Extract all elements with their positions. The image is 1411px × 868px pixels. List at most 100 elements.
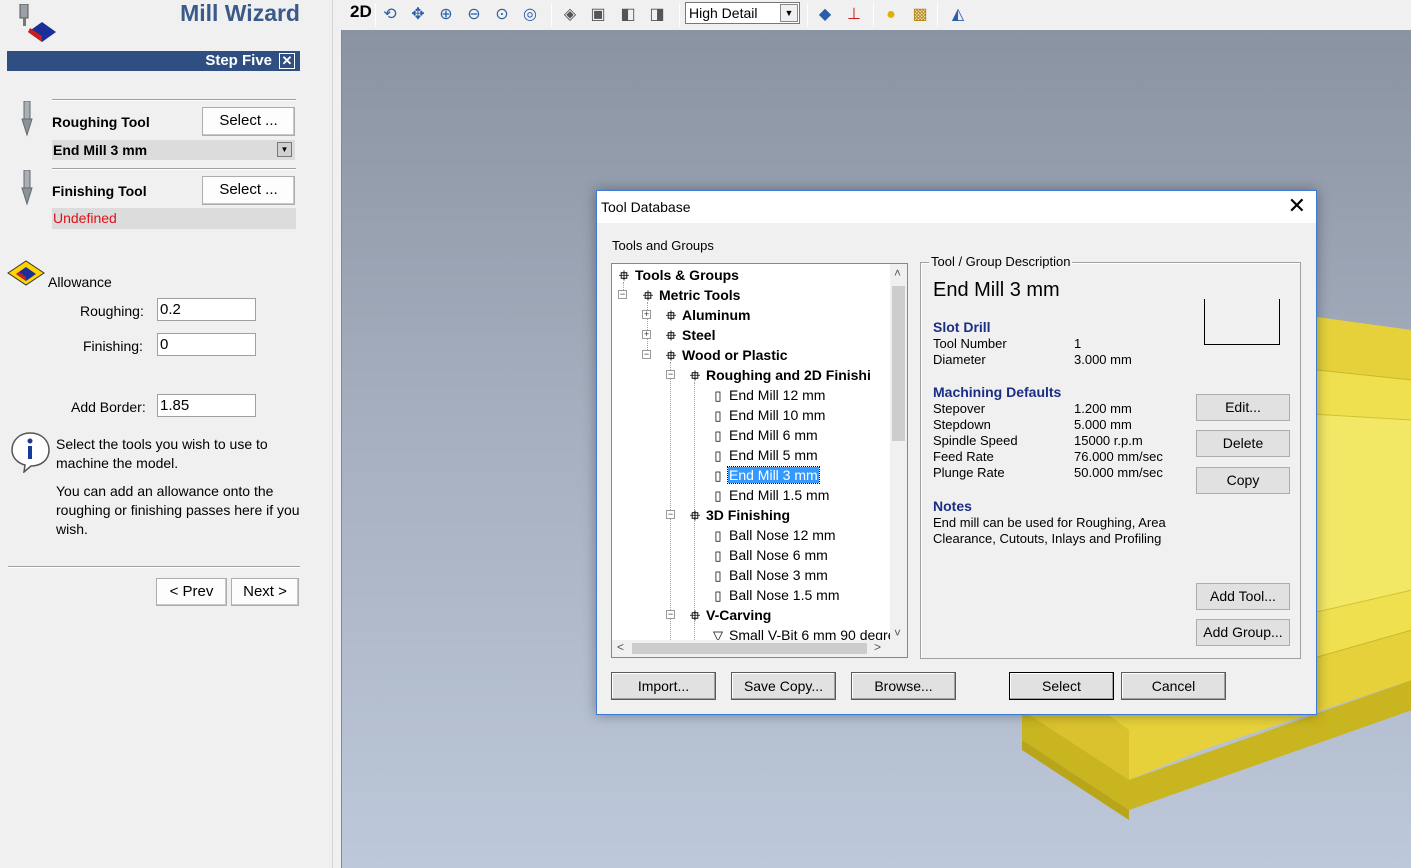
mode-2d-button[interactable]: 2D <box>350 2 372 22</box>
add-tool-button[interactable]: Add Tool... <box>1196 583 1290 610</box>
iso-view-icon[interactable]: ◈ <box>559 4 581 26</box>
delete-button[interactable]: Delete <box>1196 430 1290 457</box>
light-icon[interactable]: ● <box>880 4 902 26</box>
stepover-label: Stepover <box>933 401 986 416</box>
tree-node[interactable]: ⯐ 3D Finishing <box>685 505 791 525</box>
add-border-input[interactable]: 1.85 <box>157 394 256 417</box>
roughing-tool-label: Roughing Tool <box>52 114 150 130</box>
side-view-icon[interactable]: ◨ <box>646 4 668 26</box>
tool-number-row: Tool Number 1 <box>933 336 1233 352</box>
tree-node[interactable]: ▯ Ball Nose 12 mm <box>708 525 837 545</box>
tree-node[interactable]: ▯ Ball Nose 1.5 mm <box>708 585 840 605</box>
import-button[interactable]: Import... <box>611 672 716 700</box>
detail-level-select[interactable]: High Detail ▼ <box>685 2 800 24</box>
tree-node[interactable]: ▯ End Mill 6 mm <box>708 425 819 445</box>
expand-icon[interactable]: + <box>642 330 651 339</box>
tree-node[interactable]: ▯ End Mill 5 mm <box>708 445 819 465</box>
divider <box>8 566 300 568</box>
copy-button[interactable]: Copy <box>1196 467 1290 494</box>
spindle-speed-value: 15000 r.p.m <box>1074 433 1143 448</box>
axes-icon[interactable]: ⊥ <box>843 4 865 26</box>
plane-icon[interactable]: ◆ <box>814 4 836 26</box>
add-group-button[interactable]: Add Group... <box>1196 619 1290 646</box>
close-icon[interactable]: ✕ <box>279 53 295 69</box>
end-mill-icon: ▯ <box>714 448 722 463</box>
front-view-icon[interactable]: ▣ <box>587 4 609 26</box>
tree-node-selected[interactable]: ▯ End Mill 3 mm <box>708 465 820 485</box>
help-text-tools: Select the tools you wish to use to mach… <box>56 436 268 471</box>
pan-icon[interactable]: ✥ <box>407 4 429 26</box>
texture-icon[interactable]: ▩ <box>909 4 931 26</box>
ball-nose-icon: ▯ <box>714 528 722 543</box>
tree-caption: Tools and Groups <box>612 238 714 253</box>
spindle-speed-label: Spindle Speed <box>933 433 1018 448</box>
tree-node[interactable]: ⯐ Metric Tools <box>638 285 741 305</box>
render-icon[interactable]: ◭ <box>947 4 969 26</box>
scroll-thumb[interactable] <box>632 643 867 654</box>
collapse-icon[interactable]: − <box>666 510 675 519</box>
top-view-icon[interactable]: ◧ <box>617 4 639 26</box>
tree-vertical-scrollbar[interactable]: ˄ ˅ <box>890 264 907 642</box>
tree-node[interactable]: ▯ Ball Nose 3 mm <box>708 565 829 585</box>
mill-wizard-logo-icon <box>19 4 56 42</box>
collapse-icon[interactable]: − <box>642 350 651 359</box>
tree-node[interactable]: ⯐ Roughing and 2D Finishi <box>685 365 872 385</box>
info-icon <box>11 432 50 473</box>
edit-button[interactable]: Edit... <box>1196 394 1290 421</box>
zoom-in-icon[interactable]: ⊕ <box>435 4 457 26</box>
tree-horizontal-scrollbar[interactable]: < > <box>612 640 891 657</box>
finishing-allowance-input[interactable]: 0 <box>157 333 256 356</box>
tools-tree[interactable]: ⯐ Tools & Groups − ⯐ Metric Tools + ⯐ Alumi… <box>611 263 908 658</box>
roughing-allowance-input[interactable]: 0.2 <box>157 298 256 321</box>
save-copy-button[interactable]: Save Copy... <box>731 672 836 700</box>
collapse-icon[interactable]: − <box>666 610 675 619</box>
zoom-all-icon[interactable]: ◎ <box>519 4 541 26</box>
zoom-window-icon[interactable]: ⊙ <box>491 4 513 26</box>
tree-node[interactable]: ⯐ Steel <box>661 325 716 345</box>
close-icon[interactable]: ✕ <box>1288 195 1306 217</box>
stepdown-value: 5.000 mm <box>1074 417 1132 432</box>
collapse-icon[interactable]: − <box>618 290 627 299</box>
toolbar-separator <box>873 3 874 27</box>
expand-icon[interactable]: + <box>642 310 651 319</box>
rotate-icon[interactable]: ⟲ <box>379 4 401 26</box>
roughing-tool-dropdown[interactable]: End Mill 3 mm ▼ <box>52 140 295 160</box>
scroll-down-icon[interactable]: ˅ <box>894 626 901 640</box>
collapse-icon[interactable]: − <box>666 370 675 379</box>
tree-node[interactable]: ⯐ Aluminum <box>661 305 751 325</box>
roughing-select-button[interactable]: Select ... <box>202 107 295 136</box>
tool-name: End Mill 3 mm <box>933 279 1060 301</box>
view-toolbar: 2D ⟲ ✥ ⊕ ⊖ ⊙ ◎ ◈ ▣ ◧ ◨ High Detail ▼ ◆ ⊥… <box>341 0 1411 30</box>
folder-tools-icon: ⯐ <box>690 608 700 623</box>
end-mill-icon: ▯ <box>714 488 722 503</box>
finishing-select-button[interactable]: Select ... <box>202 176 295 205</box>
scroll-left-icon[interactable]: < <box>617 640 624 654</box>
chevron-down-icon[interactable]: ▼ <box>277 142 292 157</box>
tree-node[interactable]: ⯐ Tools & Groups <box>614 265 740 285</box>
folder-tools-icon: ⯐ <box>690 508 700 523</box>
tree-node[interactable]: ▯ End Mill 12 mm <box>708 385 826 405</box>
zoom-out-icon[interactable]: ⊖ <box>463 4 485 26</box>
select-button[interactable]: Select <box>1009 672 1114 700</box>
allowance-icon <box>7 260 45 286</box>
chevron-down-icon[interactable]: ▼ <box>780 4 798 22</box>
tool-type: Slot Drill <box>933 319 991 335</box>
next-button[interactable]: Next > <box>231 578 299 606</box>
tree-node[interactable]: ⯐ V-Carving <box>685 605 772 625</box>
tree-node[interactable]: ▯ End Mill 1.5 mm <box>708 485 830 505</box>
scroll-up-icon[interactable]: ˄ <box>894 266 901 280</box>
tree-node[interactable]: ▯ Ball Nose 6 mm <box>708 545 829 565</box>
prev-button[interactable]: < Prev <box>156 578 227 606</box>
scroll-right-icon[interactable]: > <box>874 640 881 654</box>
allowance-label: Allowance <box>48 274 112 290</box>
cancel-button[interactable]: Cancel <box>1121 672 1226 700</box>
tree-node[interactable]: ▯ End Mill 10 mm <box>708 405 826 425</box>
end-mill-icon: ▯ <box>714 388 722 403</box>
tree-node[interactable]: ⯐ Wood or Plastic <box>661 345 789 365</box>
feed-rate-value: 76.000 mm/sec <box>1074 449 1163 464</box>
step-header: Step Five ✕ <box>7 51 300 71</box>
machining-defaults-heading: Machining Defaults <box>933 384 1062 400</box>
detail-level-value: High Detail <box>689 5 758 21</box>
browse-button[interactable]: Browse... <box>851 672 956 700</box>
scroll-thumb[interactable] <box>892 286 905 441</box>
